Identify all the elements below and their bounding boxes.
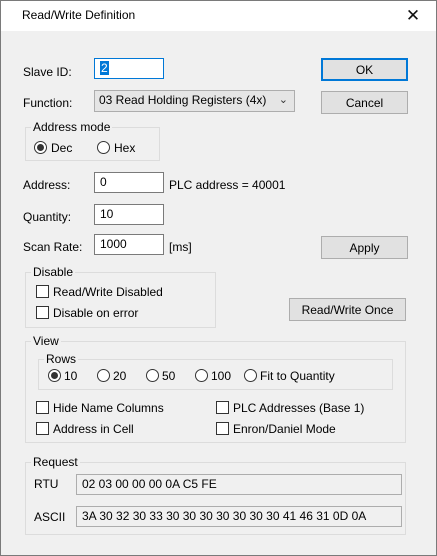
read-write-definition-dialog: Read/Write Definition ✕ Slave ID: 2 OK C…: [0, 0, 437, 556]
hide-name-columns-label: Hide Name Columns: [53, 401, 164, 415]
address-in-cell-checkbox[interactable]: [36, 422, 49, 435]
window-title: Read/Write Definition: [22, 8, 136, 22]
function-select-value: 03 Read Holding Registers (4x): [99, 93, 267, 107]
plc-address-text: PLC address = 40001: [169, 178, 286, 192]
rtu-label: RTU: [34, 477, 59, 491]
disable-title: Disable: [31, 265, 76, 279]
ok-button[interactable]: OK: [321, 58, 408, 81]
apply-button[interactable]: Apply: [321, 236, 408, 259]
dec-radio-label: Dec: [51, 141, 73, 155]
rows-10-radio[interactable]: [48, 369, 61, 382]
enron-daniel-mode-label: Enron/Daniel Mode: [233, 422, 336, 436]
slave-id-label: Slave ID:: [23, 65, 72, 79]
quantity-field[interactable]: 10: [94, 204, 164, 225]
rows-50-label: 50: [162, 369, 176, 383]
rows-20-radio[interactable]: [97, 369, 110, 382]
title-bar: Read/Write Definition ✕: [1, 1, 436, 31]
close-icon[interactable]: ✕: [390, 1, 436, 31]
disable-on-error-label: Disable on error: [53, 306, 139, 320]
enron-daniel-mode-checkbox[interactable]: [216, 422, 229, 435]
address-field[interactable]: 0: [94, 172, 164, 193]
quantity-label: Quantity:: [23, 210, 72, 224]
hex-radio[interactable]: [97, 141, 110, 154]
ascii-value-field[interactable]: 3A 30 32 30 33 30 30 30 30 30 30 30 41 4…: [76, 506, 402, 527]
address-in-cell-label: Address in Cell: [53, 422, 134, 436]
address-label: Address:: [23, 178, 71, 192]
read-write-disabled-label: Read/Write Disabled: [53, 285, 163, 299]
function-label: Function:: [23, 96, 73, 110]
slave-id-field[interactable]: 2: [94, 58, 164, 79]
rows-100-radio[interactable]: [195, 369, 208, 382]
rtu-value-field[interactable]: 02 03 00 00 00 0A C5 FE: [76, 474, 402, 495]
ms-unit-label: [ms]: [169, 240, 192, 254]
plc-addresses-label: PLC Addresses (Base 1): [233, 401, 365, 415]
hide-name-columns-checkbox[interactable]: [36, 401, 49, 414]
dec-radio[interactable]: [34, 141, 47, 154]
chevron-down-icon: ⌄: [278, 94, 288, 106]
disable-on-error-checkbox[interactable]: [36, 306, 49, 319]
plc-addresses-checkbox[interactable]: [216, 401, 229, 414]
rows-fit-to-quantity-label: Fit to Quantity: [260, 369, 335, 383]
rows-20-label: 20: [113, 369, 127, 383]
function-select[interactable]: 03 Read Holding Registers (4x) ⌄: [94, 90, 295, 112]
cancel-button[interactable]: Cancel: [321, 91, 408, 114]
scan-rate-label: Scan Rate:: [23, 240, 83, 254]
request-title: Request: [31, 455, 80, 469]
rows-50-radio[interactable]: [146, 369, 159, 382]
slave-id-value: 2: [100, 61, 109, 75]
scan-rate-field[interactable]: 1000: [94, 234, 164, 255]
read-write-disabled-checkbox[interactable]: [36, 285, 49, 298]
ascii-label: ASCII: [34, 510, 66, 524]
address-mode-title: Address mode: [31, 120, 113, 134]
read-write-once-button[interactable]: Read/Write Once: [289, 298, 406, 321]
rows-10-label: 10: [64, 369, 78, 383]
rows-fit-to-quantity-radio[interactable]: [244, 369, 257, 382]
rows-100-label: 100: [211, 369, 232, 383]
rows-title: Rows: [44, 352, 79, 366]
view-title: View: [31, 334, 61, 348]
hex-radio-label: Hex: [114, 141, 136, 155]
